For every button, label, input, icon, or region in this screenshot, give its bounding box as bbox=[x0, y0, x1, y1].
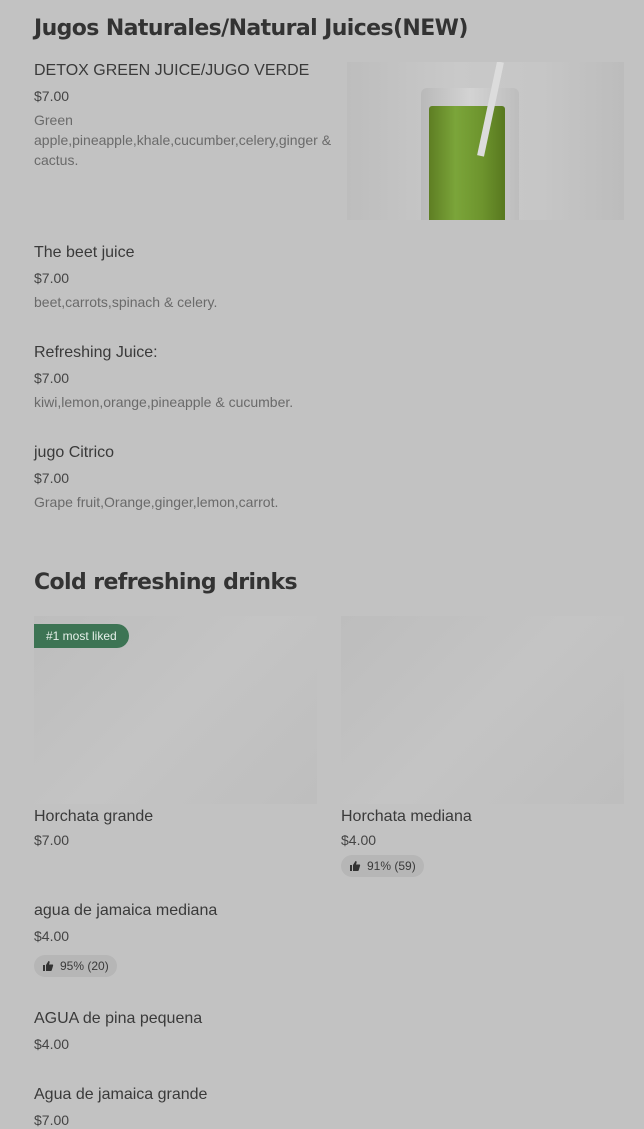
item-name: The beet juice bbox=[34, 244, 135, 261]
thumbs-up-icon bbox=[43, 961, 54, 971]
item-price: $4.00 bbox=[34, 1036, 70, 1052]
item-description: kiwi,lemon,orange,pineapple & cucumber. bbox=[34, 394, 294, 410]
item-name: Horchata mediana bbox=[341, 808, 472, 825]
item-name: DETOX GREEN JUICE/JUGO VERDE bbox=[34, 62, 310, 79]
rating-text: 95% (20) bbox=[60, 959, 109, 973]
item-price: $7.00 bbox=[34, 270, 70, 286]
item-price: $4.00 bbox=[34, 928, 70, 944]
detox-juice-image bbox=[347, 62, 624, 220]
section-title-cold-drinks: Cold refreshing drinks bbox=[34, 570, 298, 595]
item-price: $7.00 bbox=[34, 470, 70, 486]
rating-badge: 91% (59) bbox=[341, 855, 424, 877]
item-price: $4.00 bbox=[341, 832, 377, 848]
item-name: agua de jamaica mediana bbox=[34, 902, 218, 919]
thumbs-up-icon bbox=[350, 861, 361, 871]
item-name: jugo Citrico bbox=[34, 444, 115, 461]
most-liked-badge: #1 most liked bbox=[34, 624, 129, 648]
item-price: $7.00 bbox=[34, 88, 70, 104]
item-price: $7.00 bbox=[34, 1112, 70, 1128]
item-description: Green apple,pineapple,khale,cucumber,cel… bbox=[34, 112, 332, 168]
item-name: Horchata grande bbox=[34, 808, 154, 825]
item-name: AGUA de pina pequena bbox=[34, 1010, 203, 1027]
horchata-mediana-image bbox=[341, 616, 624, 804]
section-title-juices: Jugos Naturales/Natural Juices(NEW) bbox=[34, 16, 468, 41]
item-description: beet,carrots,spinach & celery. bbox=[34, 294, 218, 310]
item-description: Grape fruit,Orange,ginger,lemon,carrot. bbox=[34, 494, 279, 510]
rating-badge: 95% (20) bbox=[34, 955, 117, 977]
item-price: $7.00 bbox=[34, 832, 70, 848]
item-name: Agua de jamaica grande bbox=[34, 1086, 208, 1103]
item-price: $7.00 bbox=[34, 370, 70, 386]
item-name: Refreshing Juice: bbox=[34, 344, 158, 361]
rating-text: 91% (59) bbox=[367, 859, 416, 873]
